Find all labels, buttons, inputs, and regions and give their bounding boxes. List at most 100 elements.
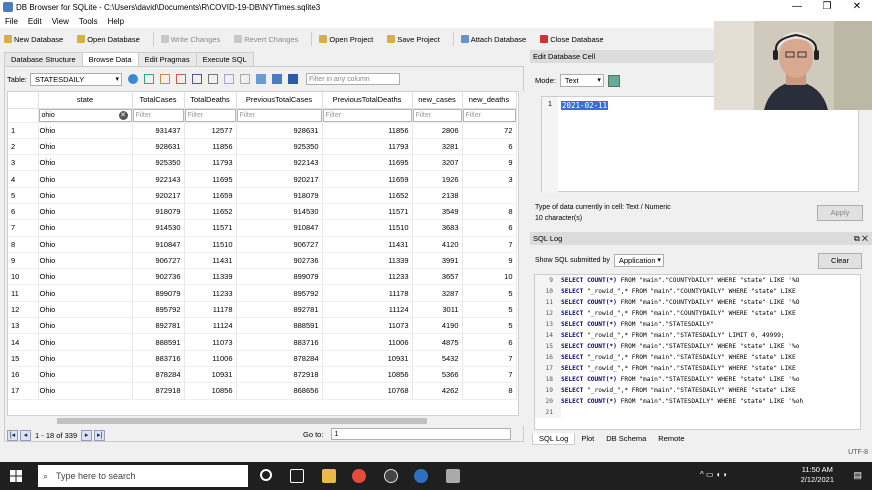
- close-database-button[interactable]: Close Database: [536, 31, 607, 47]
- table-cell[interactable]: 7: [462, 350, 517, 367]
- system-tray-icons[interactable]: ^ ▭ ◖ ◗: [700, 470, 728, 479]
- table-cell[interactable]: 3549: [412, 203, 463, 221]
- table-row[interactable]: 12 Ohio 895792 11178 892781 11124 3011 5: [8, 301, 517, 319]
- table-cell[interactable]: 4120: [412, 236, 463, 253]
- windows-start-icon[interactable]: [10, 470, 22, 482]
- cortana-icon[interactable]: [260, 469, 272, 481]
- app-icon-circle[interactable]: [384, 469, 398, 483]
- table-row[interactable]: 10 Ohio 902736 11339 899079 11233 3657 10: [8, 268, 517, 286]
- column-header-state[interactable]: state: [38, 92, 133, 109]
- table-cell[interactable]: 11510: [184, 236, 237, 253]
- table-cell[interactable]: 910847: [236, 219, 323, 237]
- table-row[interactable]: 6 Ohio 918079 11652 914530 11571 3549 8: [8, 203, 517, 221]
- table-row[interactable]: 15 Ohio 883716 11006 878284 10931 5432 7: [8, 350, 517, 367]
- table-cell[interactable]: 902736: [236, 252, 323, 270]
- table-cell[interactable]: 11856: [184, 138, 237, 156]
- table-cell[interactable]: 914530: [132, 219, 185, 237]
- table-cell[interactable]: 892781: [236, 301, 323, 319]
- table-cell[interactable]: 9: [462, 252, 517, 270]
- open-database-button[interactable]: Open Database: [73, 31, 144, 47]
- table-cell[interactable]: 11233: [184, 284, 237, 302]
- table-cell[interactable]: 11510: [322, 219, 413, 237]
- table-cell[interactable]: 906727: [132, 252, 185, 270]
- last-page-button[interactable]: ▸|: [94, 429, 106, 441]
- open-project-button[interactable]: Open Project: [315, 31, 377, 47]
- clear-log-button[interactable]: Clear: [818, 253, 862, 269]
- table-cell[interactable]: 12577: [184, 122, 237, 139]
- find-icon[interactable]: [256, 74, 267, 84]
- table-cell[interactable]: 11793: [184, 154, 237, 172]
- table-cell[interactable]: 868656: [236, 382, 323, 400]
- table-cell[interactable]: 6: [462, 219, 517, 237]
- menu-tools[interactable]: Tools: [74, 17, 103, 26]
- taskbar-search-input[interactable]: Type here to search ⌕: [38, 465, 248, 487]
- column-header-totalcases[interactable]: TotalCases: [132, 92, 185, 109]
- table-cell[interactable]: 11339: [322, 252, 413, 270]
- table-cell[interactable]: 899079: [132, 284, 185, 302]
- table-row[interactable]: 9 Ohio 906727 11431 902736 11339 3991 9: [8, 252, 517, 270]
- table-row[interactable]: 2 Ohio 928631 11856 925350 11793 3281 6: [8, 138, 517, 156]
- table-cell[interactable]: 11652: [322, 187, 413, 204]
- tab-edit-pragmas[interactable]: Edit Pragmas: [137, 52, 197, 66]
- table-cell[interactable]: 899079: [236, 268, 323, 286]
- auto-format-icon[interactable]: [607, 74, 620, 87]
- table-row[interactable]: 3 Ohio 925350 11793 922143 11695 3207 9: [8, 154, 517, 172]
- table-row[interactable]: 13 Ohio 892781 11124 888591 11073 4190 5: [8, 317, 517, 335]
- table-cell[interactable]: Ohio: [38, 333, 133, 351]
- scrollbar-thumb[interactable]: [57, 418, 427, 424]
- table-cell[interactable]: 10931: [322, 350, 413, 367]
- menu-edit[interactable]: Edit: [23, 17, 47, 26]
- table-select[interactable]: STATESDAILY: [30, 72, 123, 86]
- table-cell[interactable]: Ohio: [38, 382, 133, 400]
- table-cell[interactable]: 5432: [412, 350, 463, 367]
- submitted-by-select[interactable]: Application: [613, 254, 664, 267]
- table-cell[interactable]: 928631: [132, 138, 185, 156]
- table-cell[interactable]: 872918: [236, 366, 323, 384]
- table-cell[interactable]: 8: [462, 203, 517, 221]
- table-cell[interactable]: 3683: [412, 219, 463, 237]
- table-cell[interactable]: Ohio: [38, 122, 133, 139]
- table-cell[interactable]: 11233: [322, 268, 413, 286]
- table-cell[interactable]: Ohio: [38, 203, 133, 221]
- table-cell[interactable]: Ohio: [38, 317, 133, 335]
- table-row[interactable]: 8 Ohio 910847 11510 906727 11431 4120 7: [8, 236, 517, 253]
- table-cell[interactable]: 925350: [236, 138, 323, 156]
- table-cell[interactable]: 6: [462, 138, 517, 156]
- table-cell[interactable]: 11659: [322, 170, 413, 188]
- table-cell[interactable]: 7: [462, 366, 517, 384]
- table-cell[interactable]: 10856: [184, 382, 237, 400]
- table-cell[interactable]: 1926: [412, 170, 463, 188]
- table-cell[interactable]: 4262: [412, 382, 463, 400]
- task-view-icon[interactable]: [290, 469, 304, 483]
- refresh-icon[interactable]: [128, 74, 139, 84]
- table-cell[interactable]: 8: [462, 382, 517, 400]
- column-header-totaldeaths[interactable]: TotalDeaths: [184, 92, 237, 109]
- table-cell[interactable]: 928631: [236, 122, 323, 139]
- table-cell[interactable]: 895792: [236, 284, 323, 302]
- tab-execute-sql[interactable]: Execute SQL: [195, 52, 254, 66]
- cell-value[interactable]: 2021-02-11: [561, 101, 609, 110]
- next-page-button[interactable]: ▸: [81, 429, 93, 441]
- table-row[interactable]: 16 Ohio 878284 10931 872918 10856 5366 7: [8, 366, 517, 384]
- table-row[interactable]: 7 Ohio 914530 11571 910847 11510 3683 6: [8, 219, 517, 237]
- table-cell[interactable]: Ohio: [38, 236, 133, 253]
- table-cell[interactable]: 11431: [322, 236, 413, 253]
- column-header-previoustotalcases[interactable]: PreviousTotalCases: [236, 92, 323, 109]
- file-explorer-icon[interactable]: [322, 469, 336, 483]
- column-header-new-deaths[interactable]: new_deaths: [462, 92, 517, 109]
- menu-help[interactable]: Help: [103, 17, 129, 26]
- filter-totaldeaths-input[interactable]: Filter: [184, 108, 235, 121]
- table-cell[interactable]: 72: [462, 122, 517, 139]
- table-cell[interactable]: Ohio: [38, 170, 133, 188]
- filter-any-column-input[interactable]: Filter in any column: [306, 73, 401, 85]
- menu-file[interactable]: File: [0, 17, 23, 26]
- table-row[interactable]: 1 Ohio 931437 12577 928631 11856 2806 72: [8, 122, 517, 139]
- table-cell[interactable]: 11695: [184, 170, 237, 188]
- notification-icon[interactable]: ▤: [853, 470, 862, 481]
- table-cell[interactable]: 5366: [412, 366, 463, 384]
- chrome-icon[interactable]: [352, 469, 366, 483]
- clear-filters-icon[interactable]: [144, 74, 155, 84]
- table-cell[interactable]: 3207: [412, 154, 463, 172]
- table-cell[interactable]: 925350: [132, 154, 185, 172]
- tab-db-schema[interactable]: DB Schema: [600, 433, 652, 445]
